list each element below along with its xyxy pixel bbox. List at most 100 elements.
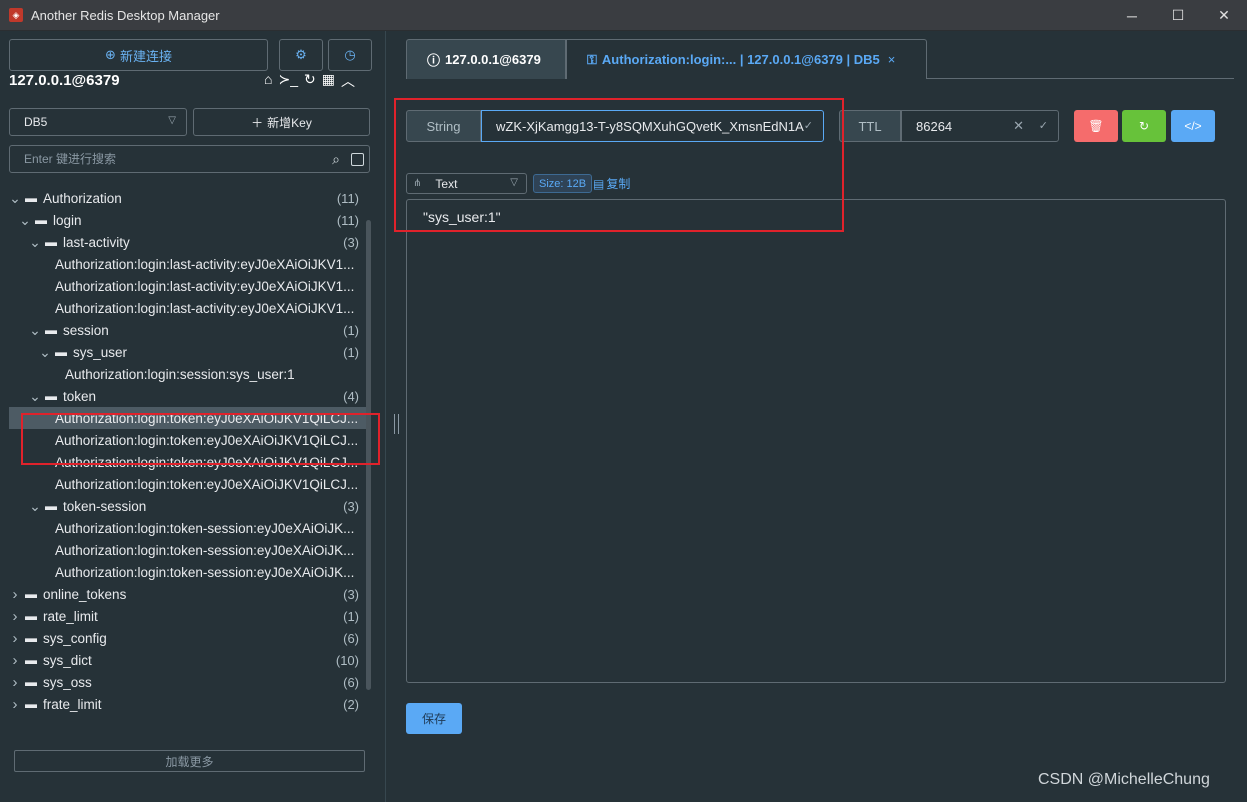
chevron-down-icon[interactable]: ⌄ [9,190,21,207]
chevron-up-icon[interactable]: ︿ [341,71,355,91]
tree-key-item[interactable]: Authorization:login:token-session:eyJ0eX… [9,517,369,539]
folder-icon: ▬ [25,697,37,711]
chevron-right-icon[interactable]: › [9,608,21,625]
tree-scrollbar[interactable] [366,220,371,690]
copy-label: 复制 [606,177,631,191]
panel-resize-handle[interactable] [394,414,399,434]
chevron-down-icon[interactable]: ⌄ [29,498,41,515]
ttl-input[interactable]: 86264 ✕ ✓ [901,110,1059,142]
tree-folder-item[interactable]: › ▬ online_tokens (3) [9,583,369,605]
refresh-key-button[interactable]: ↻ [1122,110,1166,142]
tree-key-item[interactable]: Authorization:login:token:eyJ0eXAiOiJKV1… [9,473,369,495]
tree-folder-item[interactable]: › ▬ frate_limit (2) [9,693,369,715]
title-bar: ◈ Another Redis Desktop Manager ─ ☐ ✕ [0,0,1247,31]
tree-folder-item[interactable]: › ▬ sys_config (6) [9,627,369,649]
terminal-icon[interactable]: ≻_ [278,71,298,91]
tree-item-label: Authorization:login:last-activity:eyJ0eX… [55,278,355,294]
new-connection-label: 新建连接 [119,48,172,64]
add-key-button[interactable]: ＋ 新增Key [193,108,370,136]
tree-item-label: rate_limit [43,608,98,624]
chevron-down-icon[interactable]: ⌄ [19,212,31,229]
tree-folder-item[interactable]: ⌄ ▬ sys_user (1) [9,341,369,363]
tree-item-label: Authorization:login:last-activity:eyJ0eX… [55,300,355,316]
clear-icon[interactable]: ✕ [1013,118,1024,134]
tree-item-label: Authorization:login:token:eyJ0eXAiOiJKV1… [55,432,359,448]
tree-key-item[interactable]: Authorization:login:last-activity:eyJ0eX… [9,275,369,297]
tree-item-label: Authorization:login:session:sys_user:1 [65,366,295,382]
check-icon[interactable]: ✓ [1039,119,1048,132]
tab-bar: ⓘ 127.0.0.1@6379 ⚿ Authorization:login:.… [406,39,927,79]
folder-icon: ▬ [25,675,37,689]
tree-item-count: (4) [343,388,359,404]
copy-button[interactable]: ▤ 复制 [593,175,630,192]
tree-item-count: (1) [343,608,359,624]
tree-folder-item[interactable]: ⌄ ▬ token (4) [9,385,369,407]
tree-item-label: Authorization:login:token-session:eyJ0eX… [55,542,355,558]
key-tree: ⌄ ▬ Authorization (11) ⌄ ▬ login (11) ⌄ ▬ last-act… [9,187,369,715]
tree-folder-item[interactable]: ⌄ ▬ token-session (3) [9,495,369,517]
key-search: ⌕ [9,145,370,173]
tree-folder-item[interactable]: › ▬ rate_limit (1) [9,605,369,627]
tree-key-item[interactable]: Authorization:login:token-session:eyJ0eX… [9,561,369,583]
chevron-right-icon[interactable]: › [9,652,21,669]
folder-icon: ▬ [25,653,37,667]
save-button[interactable]: 保存 [406,703,462,734]
plus-circle-icon: ⊕ [105,47,116,62]
exact-search-checkbox[interactable] [351,153,364,166]
tree-key-item[interactable]: Authorization:login:session:sys_user:1 [9,363,369,385]
refresh-icon: ↻ [1138,119,1150,133]
check-icon[interactable]: ✓ [804,119,813,132]
refresh-icon[interactable]: ↻ [304,71,316,91]
tree-item-label: login [53,212,82,228]
chevron-right-icon[interactable]: › [9,696,21,713]
tree-key-item[interactable]: Authorization:login:token:eyJ0eXAiOiJKV1… [9,451,369,473]
new-connection-button[interactable]: ⊕ 新建连接 [9,39,268,71]
chevron-right-icon[interactable]: › [9,630,21,647]
grid-icon[interactable]: ▦ [322,71,335,91]
history-button[interactable]: ◷ [328,39,372,71]
tab-key-detail[interactable]: ⚿ Authorization:login:... | 127.0.0.1@63… [566,39,927,79]
tree-item-count: (3) [343,234,359,250]
tree-key-item[interactable]: Authorization:login:last-activity:eyJ0eX… [9,297,369,319]
tree-key-item[interactable]: Authorization:login:token:eyJ0eXAiOiJKV1… [9,407,369,429]
tree-key-item[interactable]: Authorization:login:token:eyJ0eXAiOiJKV1… [9,429,369,451]
tree-folder-item[interactable]: › ▬ sys_oss (6) [9,671,369,693]
plus-icon: ＋ [251,115,264,130]
chevron-down-icon[interactable]: ⌄ [29,322,41,339]
tree-item-label: Authorization [43,190,122,206]
tree-item-label: Authorization:login:token:eyJ0eXAiOiJKV1… [55,476,359,492]
search-icon[interactable]: ⌕ [332,151,340,168]
tree-folder-item[interactable]: ⌄ ▬ login (11) [9,209,369,231]
chevron-right-icon[interactable]: › [9,586,21,603]
tree-folder-item[interactable]: ⌄ ▬ last-activity (3) [9,231,369,253]
chevron-right-icon[interactable]: › [9,674,21,691]
tab-connection-info[interactable]: ⓘ 127.0.0.1@6379 [406,39,566,79]
load-more-button[interactable]: 加载更多 [14,750,365,772]
format-select[interactable]: ⋔ Text ▽ [406,173,527,194]
search-input[interactable] [24,152,314,166]
tree-folder-item[interactable]: ⌄ ▬ Authorization (11) [9,187,369,209]
chevron-down-icon[interactable]: ⌄ [29,388,41,405]
db-select[interactable]: DB5 ▽ [9,108,187,136]
value-editor[interactable] [406,199,1226,683]
delete-key-button[interactable]: 🗑 [1074,110,1118,142]
chevron-down-icon[interactable]: ⌄ [39,344,51,361]
folder-open-icon: ▬ [45,389,57,403]
tree-item-label: sys_config [43,630,107,646]
minimize-button[interactable]: ─ [1109,0,1155,31]
close-tab-icon[interactable]: × [888,52,896,67]
chevron-down-icon[interactable]: ⌄ [29,234,41,251]
settings-button[interactable]: ⚙ [279,39,323,71]
key-name-input[interactable]: wZK-XjKamgg13-T-y8SQMXuhGQvetK_XmsnEdN1A… [481,110,824,142]
chevron-down-icon: ▽ [510,177,518,188]
connection-name: 127.0.0.1@6379 [9,72,120,89]
home-icon[interactable]: ⌂ [264,71,272,91]
tree-folder-item[interactable]: › ▬ sys_dict (10) [9,649,369,671]
close-window-button[interactable]: ✕ [1201,0,1247,31]
dump-command-button[interactable]: </> [1171,110,1215,142]
tree-item-count: (3) [343,586,359,602]
tree-folder-item[interactable]: ⌄ ▬ session (1) [9,319,369,341]
maximize-button[interactable]: ☐ [1155,0,1201,31]
tree-key-item[interactable]: Authorization:login:last-activity:eyJ0eX… [9,253,369,275]
tree-key-item[interactable]: Authorization:login:token-session:eyJ0eX… [9,539,369,561]
